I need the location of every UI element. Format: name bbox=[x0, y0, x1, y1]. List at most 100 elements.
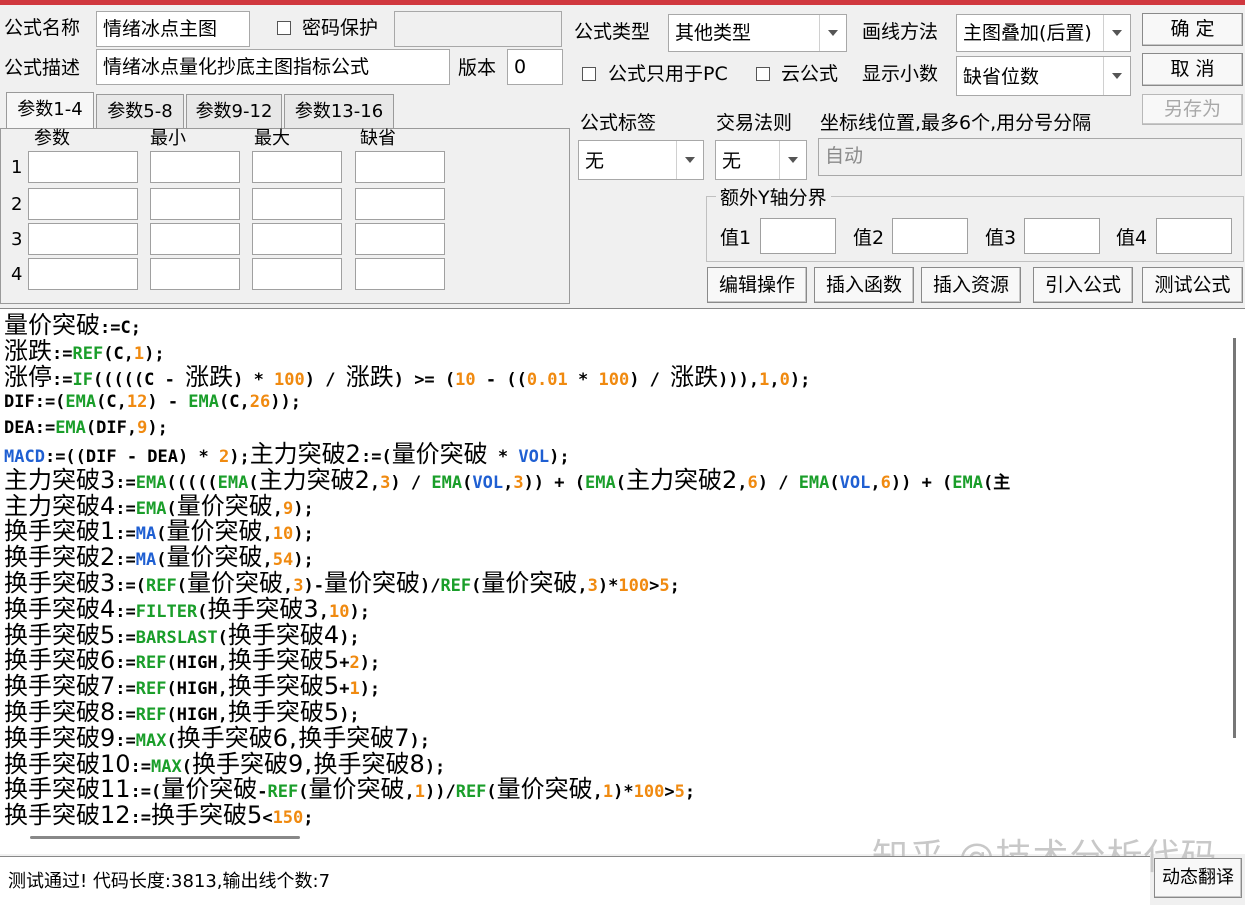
param-cell-input[interactable] bbox=[150, 258, 240, 290]
code-token: 9 bbox=[282, 498, 294, 519]
code-line: 换手突破11:=(量价突破-REF(量价突破,1))/REF(量价突破,1)*1… bbox=[4, 776, 1219, 803]
param-cell-input[interactable] bbox=[355, 258, 445, 290]
param-cell-input[interactable] bbox=[355, 188, 445, 220]
code-line: 换手突破5:=BARSLAST(换手突破4); bbox=[4, 620, 1219, 649]
chevron-down-icon[interactable] bbox=[779, 141, 806, 179]
code-token: 量价突破 bbox=[391, 439, 488, 468]
coord-lines-input[interactable]: 自动 bbox=[818, 138, 1242, 176]
param-cell-input[interactable] bbox=[150, 151, 240, 183]
code-token: 换手突破6 bbox=[176, 723, 289, 752]
vertical-scrollbar[interactable] bbox=[1233, 338, 1236, 738]
y-value-1-input[interactable] bbox=[760, 218, 836, 254]
code-token: EMA bbox=[584, 472, 616, 493]
param-cell-input[interactable] bbox=[28, 223, 138, 255]
code-token: ( bbox=[176, 575, 187, 596]
param-header-max: 最大 bbox=[254, 128, 290, 149]
code-token: (((((C - bbox=[92, 369, 186, 390]
code-token: REF bbox=[440, 575, 472, 596]
code-token: := bbox=[115, 550, 136, 571]
code-token: )) + ( bbox=[523, 472, 585, 493]
horizontal-scrollbar-thumb[interactable] bbox=[30, 836, 300, 839]
param-cell-input[interactable] bbox=[28, 188, 138, 220]
code-token: ))/ bbox=[424, 782, 456, 803]
formula-name-input[interactable]: 情绪冰点主图 bbox=[96, 11, 250, 47]
pc-only-checkbox[interactable] bbox=[582, 67, 596, 81]
formula-desc-label: 公式描述 bbox=[4, 57, 81, 79]
cancel-button[interactable]: 取 消 bbox=[1142, 53, 1243, 86]
code-token: 换手突破4 bbox=[227, 620, 340, 649]
test-formula-button[interactable]: 测试公式 bbox=[1142, 267, 1243, 303]
code-line: 换手突破9:=MAX(换手突破6,换手突破7); bbox=[4, 723, 1219, 752]
edit-operations-button[interactable]: 编辑操作 bbox=[707, 267, 807, 303]
code-token: 换手突破3 bbox=[207, 594, 319, 623]
trade-rule-value: 无 bbox=[722, 150, 742, 172]
chevron-down-icon[interactable] bbox=[1103, 57, 1130, 95]
insert-function-button[interactable]: 插入函数 bbox=[814, 267, 914, 303]
code-token: )/ bbox=[419, 575, 441, 596]
param-cell-input[interactable] bbox=[355, 223, 445, 255]
y-value-2-input[interactable] bbox=[892, 218, 968, 254]
cloud-formula-checkbox[interactable] bbox=[756, 67, 770, 81]
draw-method-select[interactable]: 主图叠加(后置) bbox=[956, 14, 1131, 52]
dynamic-translate-button[interactable]: 动态翻译 bbox=[1154, 858, 1242, 898]
code-token: ( bbox=[166, 730, 177, 751]
code-token: REF bbox=[146, 575, 177, 596]
param-cell-input[interactable] bbox=[252, 188, 342, 220]
param-cell-input[interactable] bbox=[252, 151, 342, 183]
code-token: 换手突破5 bbox=[227, 646, 340, 675]
tab-params-9-12[interactable]: 参数9-12 bbox=[186, 94, 282, 128]
param-cell-input[interactable] bbox=[150, 223, 240, 255]
param-cell-input[interactable] bbox=[252, 258, 342, 290]
password-input[interactable] bbox=[394, 11, 562, 47]
y-value-3-input[interactable] bbox=[1024, 218, 1100, 254]
code-token: ; bbox=[669, 575, 680, 596]
param-cell-input[interactable] bbox=[28, 151, 138, 183]
param-cell-input[interactable] bbox=[252, 223, 342, 255]
code-editor[interactable]: 量价突破:=C; 涨跌:=REF(C,1); 涨停:=IF(((((C - 涨跌) … bbox=[0, 308, 1245, 854]
pc-only-label: 公式只用于PC bbox=[608, 63, 728, 85]
chevron-down-icon[interactable] bbox=[819, 15, 846, 51]
param-cell-input[interactable] bbox=[355, 151, 445, 183]
formula-tag-value: 无 bbox=[585, 150, 605, 172]
code-token: MA bbox=[135, 524, 157, 545]
code-token: 100 bbox=[598, 369, 630, 390]
insert-resource-button[interactable]: 插入资源 bbox=[921, 267, 1021, 303]
password-checkbox[interactable] bbox=[277, 21, 291, 35]
code-token: ); bbox=[339, 627, 360, 648]
chevron-down-icon[interactable] bbox=[1103, 15, 1130, 51]
code-token: 量价突破 bbox=[323, 568, 420, 597]
y-value-4-input[interactable] bbox=[1156, 218, 1232, 254]
decimal-select[interactable]: 缺省位数 bbox=[956, 56, 1131, 96]
version-input[interactable]: 0 bbox=[507, 49, 563, 85]
code-line: 主力突破3:=EMA(((((EMA(主力突破2,3) / EMA(VOL,3)… bbox=[4, 467, 1219, 494]
formula-desc-input[interactable]: 情绪冰点量化抄底主图指标公式 bbox=[96, 49, 450, 85]
chevron-down-icon[interactable] bbox=[676, 141, 703, 179]
code-token: := bbox=[115, 704, 136, 725]
code-token: , bbox=[737, 472, 748, 493]
code-token: ); bbox=[424, 756, 446, 777]
code-line: 换手突破2:=MA(量价突破,54); bbox=[4, 544, 1219, 571]
tab-params-1-4[interactable]: 参数1-4 bbox=[6, 92, 94, 130]
code-line: 换手突破3:=(REF(量价突破,3)-量价突破)/REF(量价突破,3)*10… bbox=[4, 568, 1219, 597]
param-cell-input[interactable] bbox=[150, 188, 240, 220]
code-token: 5 bbox=[674, 782, 685, 803]
code-token: , bbox=[748, 369, 760, 390]
ok-button[interactable]: 确 定 bbox=[1142, 13, 1243, 46]
tab-params-13-16[interactable]: 参数13-16 bbox=[284, 94, 394, 128]
code-text[interactable]: 量价突破:=C; 涨跌:=REF(C,1); 涨停:=IF(((((C - 涨跌) … bbox=[4, 313, 1219, 829]
code-token: ( bbox=[156, 550, 167, 571]
trade-rule-select[interactable]: 无 bbox=[715, 140, 807, 180]
tab-params-5-8[interactable]: 参数5-8 bbox=[96, 94, 184, 128]
code-token: ) / bbox=[757, 472, 799, 493]
formula-type-value: 其他类型 bbox=[675, 22, 752, 44]
import-formula-button[interactable]: 引入公式 bbox=[1033, 267, 1133, 303]
code-token: EMA bbox=[135, 472, 167, 493]
code-token: ( bbox=[197, 601, 208, 622]
y-value-1-label: 值1 bbox=[720, 227, 752, 249]
formula-tag-select[interactable]: 无 bbox=[578, 140, 704, 180]
code-token: (主 bbox=[983, 472, 1011, 493]
save-as-button[interactable]: 另存为 bbox=[1142, 94, 1243, 125]
formula-type-select[interactable]: 其他类型 bbox=[668, 14, 847, 52]
code-token: ( bbox=[298, 782, 309, 803]
param-cell-input[interactable] bbox=[28, 258, 138, 290]
